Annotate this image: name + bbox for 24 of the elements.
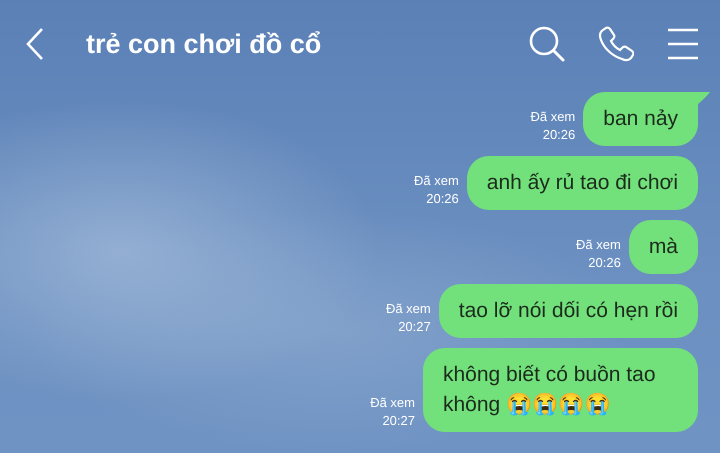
message-bubble[interactable]: anh ấy rủ tao đi chơi [466,156,698,210]
back-icon [24,27,46,61]
read-status: Đã xem [370,394,415,412]
read-status: Đã xem [414,172,459,190]
message-time: 20:26 [588,254,621,272]
message-bubble[interactable]: không biết có buồn tao không 😭😭😭😭 [423,348,698,432]
message-time: 20:27 [382,412,415,430]
read-status: Đã xem [576,236,621,254]
back-button[interactable] [24,27,46,61]
search-icon [528,25,566,63]
menu-button[interactable] [668,28,698,60]
chat-title: trẻ con chơi đồ cổ [86,28,322,60]
read-status: Đã xem [530,108,576,126]
phone-icon [598,26,634,62]
menu-icon [668,28,698,60]
message-time: 20:27 [398,318,431,336]
call-button[interactable] [598,26,634,62]
message-bubble[interactable]: mà [628,220,698,274]
message-time: 20:26 [426,190,459,208]
search-button[interactable] [528,25,566,63]
message-time: 20:26 [542,126,576,144]
read-status: Đã xem [386,300,431,318]
message-bubble[interactable]: ban nảy [583,92,698,146]
message-bubble[interactable]: tao lỡ nói dối có hẹn rồi [438,284,698,338]
